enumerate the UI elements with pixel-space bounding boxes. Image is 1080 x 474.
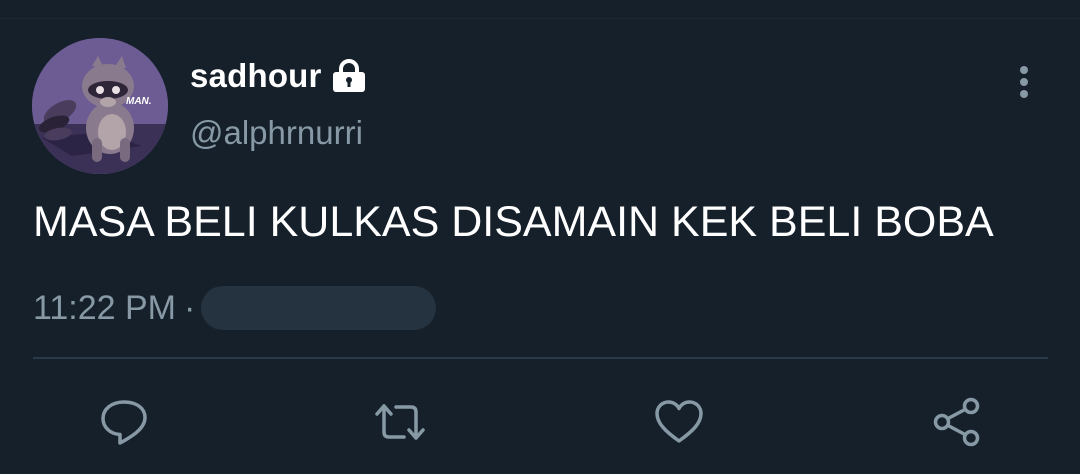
redacted-date [201,286,437,330]
tweet-meta: 11:22 PM · [33,285,437,331]
share-button[interactable] [929,394,985,450]
avatar-caption: MAN. [126,96,152,107]
meta-separator: · [184,288,196,327]
retweet-icon [375,404,425,440]
display-name[interactable]: sadhour [190,55,368,97]
more-vertical-icon[interactable] [1010,64,1038,102]
actions-divider [33,357,1048,359]
retweet-button[interactable] [372,394,428,450]
heart-icon [655,400,703,443]
top-divider [0,18,1080,19]
share-icon [933,397,980,447]
reply-bubble-icon [101,400,147,445]
tweet-time[interactable]: 11:22 PM [33,289,176,328]
avatar[interactable]: MAN. [32,38,168,174]
tweet-text: MASA BELI KULKAS DISAMAIN KEK BELI BOBA [33,198,994,246]
lock-icon [330,59,368,93]
like-button[interactable] [651,394,707,450]
raccoon-avatar-image: MAN. [32,38,168,174]
display-name-text: sadhour [190,57,322,94]
user-handle[interactable]: @alphrnurri [190,114,363,152]
reply-button[interactable] [96,394,152,450]
